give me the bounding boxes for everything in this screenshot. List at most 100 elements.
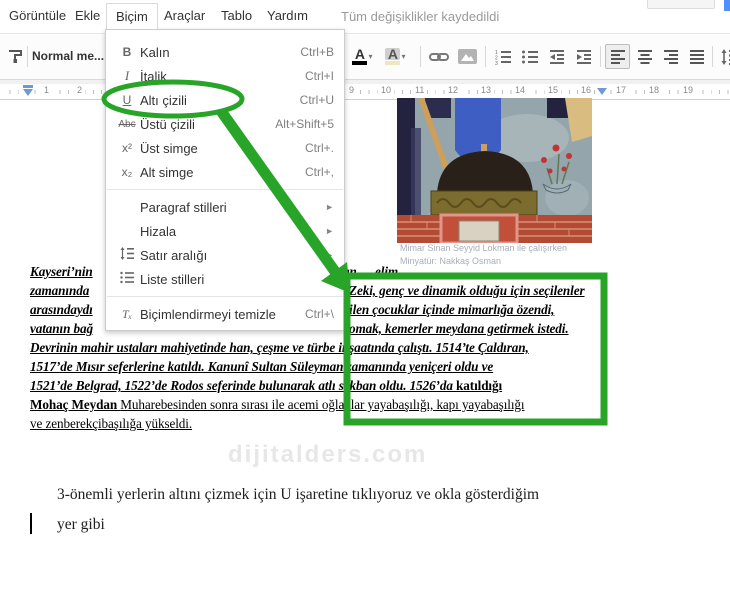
highlight-color-icon: A <box>385 47 401 61</box>
menu-item-bold[interactable]: B Kalın Ctrl+B <box>106 40 344 64</box>
superscript-icon: x² <box>122 141 132 155</box>
ruler-number: 19 <box>680 85 697 95</box>
doc-line: yer gibi <box>57 516 105 533</box>
doc-line: arasındaydı <box>30 302 93 317</box>
menu-item-align[interactable]: Hizala ► <box>106 219 344 243</box>
google-docs-window: Görüntüle Ekle Biçim Araçlar Tablo Yardı… <box>0 0 730 616</box>
toolbar-separator <box>600 46 601 67</box>
toolbar-separator <box>485 46 486 67</box>
doc-line: an <box>343 264 357 279</box>
menu-item-subscript[interactable]: x₂ Alt simge Ctrl+, <box>106 160 344 184</box>
align-left-button[interactable] <box>605 44 630 69</box>
bullet-list-button[interactable] <box>517 44 542 69</box>
doc-line: 3-önemli yerlerin altını çizmek için U i… <box>57 486 540 503</box>
watermark-text: dijitalders.com <box>228 441 428 468</box>
doc-line: Devrinin mahir ustaları mahiyetinde han,… <box>30 340 529 355</box>
insert-link-button[interactable] <box>426 44 451 69</box>
ruler-number: 15 <box>545 85 562 95</box>
chevron-down-icon: ▾ <box>368 52 373 61</box>
doc-line: 1521’de Belgrad, 1522’de Rodos seferinde… <box>30 378 503 393</box>
menu-araclar[interactable]: Araçlar <box>155 3 214 28</box>
menu-bicim[interactable]: Biçim <box>106 3 158 29</box>
svg-text:3: 3 <box>495 61 498 65</box>
numbered-list-icon: 123 <box>495 50 511 65</box>
menu-separator <box>107 189 343 190</box>
doc-line: elim <box>375 264 399 279</box>
menu-goruntule[interactable]: Görüntüle <box>0 3 75 28</box>
toolbar-separator <box>712 46 713 67</box>
text-color-icon: A <box>354 46 366 62</box>
ruler-number: 14 <box>512 85 529 95</box>
align-center-button[interactable] <box>632 44 657 69</box>
bold-icon: B <box>122 45 132 59</box>
comments-button[interactable] <box>647 0 715 9</box>
highlight-color-button[interactable]: A ▾ <box>383 44 408 69</box>
doc-line: ilen çocuklar içinde mimarlığa özendi, <box>349 302 555 317</box>
justify-icon <box>689 49 704 64</box>
line-spacing-button[interactable] <box>716 44 730 69</box>
menu-ekle[interactable]: Ekle <box>66 3 109 28</box>
text-color-button[interactable]: A ▾ <box>350 44 375 69</box>
toolbar-separator <box>420 46 421 67</box>
menu-tablo[interactable]: Tablo <box>212 3 261 28</box>
paint-format-button[interactable] <box>3 44 28 69</box>
share-button[interactable] <box>724 0 730 11</box>
menu-yardim[interactable]: Yardım <box>258 3 317 28</box>
submenu-arrow-icon: ► <box>325 226 334 236</box>
strikethrough-icon: Abc <box>118 118 136 130</box>
menu-separator <box>107 296 343 297</box>
save-status-text: Tüm değişiklikler kaydedildi <box>341 9 500 24</box>
menu-item-italic[interactable]: I İtalik Ctrl+I <box>106 64 344 88</box>
submenu-arrow-icon: ► <box>325 274 334 284</box>
paragraph-style-dropdown[interactable]: Normal me... <box>32 44 104 69</box>
outdent-button[interactable] <box>544 44 569 69</box>
doc-line: zamanında <box>30 283 90 298</box>
ruler-number: 2 <box>74 85 86 95</box>
image-caption-line2: Minyatür: Nakkaş Osman <box>400 256 502 266</box>
menu-item-clear-formatting[interactable]: Tₓ Biçimlendirmeyi temizle Ctrl+\ <box>106 302 344 326</box>
align-center-icon <box>637 49 652 64</box>
format-menu-panel: B Kalın Ctrl+B I İtalik Ctrl+I U Altı çi… <box>105 29 345 331</box>
subscript-icon: x₂ <box>121 165 133 179</box>
paint-format-icon <box>9 50 22 63</box>
indent-button[interactable] <box>571 44 596 69</box>
ruler-number: 13 <box>478 85 495 95</box>
ruler-number: 16 <box>578 85 595 95</box>
insert-image-button[interactable] <box>455 44 480 69</box>
bullet-list-icon <box>522 50 538 63</box>
doc-line: ve zenberekçibaşılığa yükseldi. <box>30 416 193 431</box>
ruler-number: 9 <box>346 85 358 95</box>
menu-item-list-styles[interactable]: Liste stilleri ► <box>106 267 344 291</box>
menu-item-strikethrough[interactable]: Abc Üstü çizili Alt+Shift+5 <box>106 112 344 136</box>
justify-button[interactable] <box>684 44 709 69</box>
image-caption-line1: Mimar Sinan Seyyid Lokman ile çalışırken <box>400 243 568 253</box>
menu-item-line-spacing[interactable]: Satır aralığı ► <box>106 243 344 267</box>
toolbar-separator <box>27 46 28 67</box>
list-styles-icon <box>114 271 140 287</box>
right-indent-marker[interactable] <box>597 88 607 95</box>
document-image-miniature[interactable] <box>397 98 592 243</box>
underline-icon: U <box>122 93 132 107</box>
ruler-number: 18 <box>646 85 663 95</box>
menu-bar: Görüntüle Ekle Biçim Araçlar Tablo Yardı… <box>0 0 730 33</box>
ruler-number: 1 <box>41 85 53 95</box>
menu-item-underline[interactable]: U Altı çizili Ctrl+U <box>106 88 344 112</box>
align-right-button[interactable] <box>658 44 683 69</box>
text-cursor <box>30 513 32 534</box>
doc-line: Kayseri’nin <box>30 264 93 279</box>
doc-line: vatanın bağ <box>30 321 94 336</box>
doc-line: Mohaç Meydan Muharebesinden sonra sırası… <box>30 397 525 412</box>
menu-item-superscript[interactable]: x² Üst simge Ctrl+. <box>106 136 344 160</box>
insert-link-icon <box>428 52 449 61</box>
left-indent-marker[interactable] <box>23 89 33 96</box>
align-left-icon <box>610 49 625 64</box>
line-spacing-icon <box>721 48 730 65</box>
first-line-indent-marker[interactable] <box>23 85 33 88</box>
outdent-icon <box>549 49 564 64</box>
ruler-number: 17 <box>613 85 630 95</box>
numbered-list-button[interactable]: 123 <box>490 44 515 69</box>
menu-item-paragraph-styles[interactable]: Paragraf stilleri ► <box>106 195 344 219</box>
line-spacing-icon <box>114 247 140 263</box>
ruler-number: 11 <box>412 85 428 95</box>
clear-formatting-icon: Tₓ <box>121 306 133 321</box>
